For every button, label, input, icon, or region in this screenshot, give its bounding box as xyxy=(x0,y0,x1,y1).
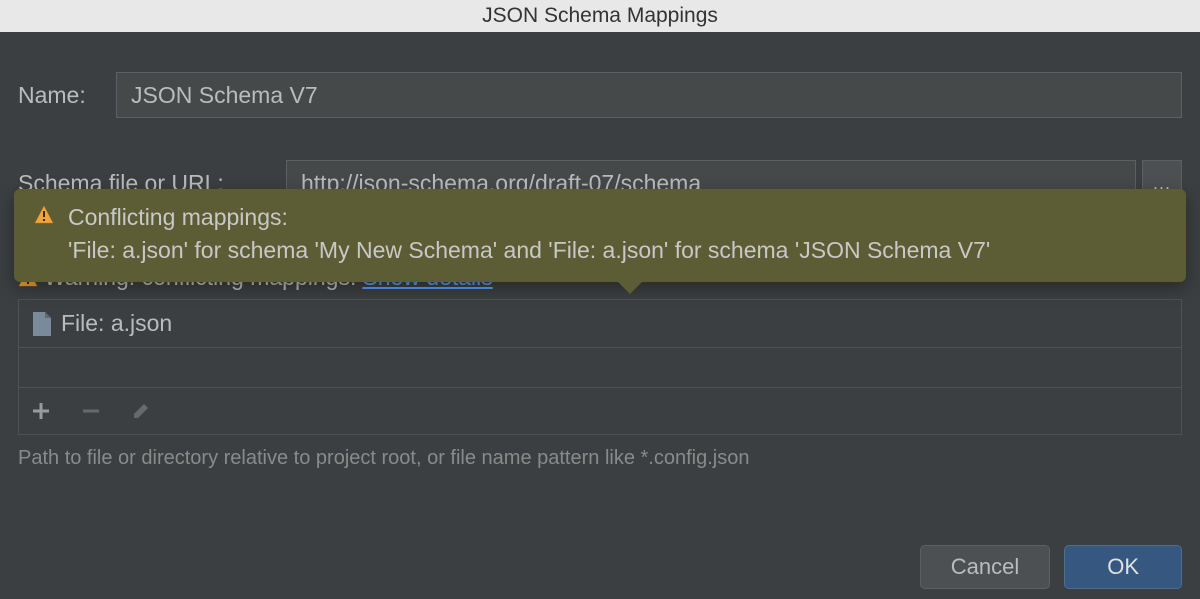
cancel-button[interactable]: Cancel xyxy=(920,545,1050,589)
minus-icon xyxy=(82,402,100,420)
edit-button[interactable] xyxy=(129,399,153,423)
name-label: Name: xyxy=(18,82,116,109)
mapping-hint: Path to file or directory relative to pr… xyxy=(18,447,1182,470)
tooltip-body: Conflicting mappings: 'File: a.json' for… xyxy=(68,201,1166,268)
dialog-button-bar: Cancel OK xyxy=(920,545,1182,589)
list-item-empty xyxy=(19,348,1181,388)
list-item[interactable]: File: a.json xyxy=(19,300,1181,348)
mapping-toolbar xyxy=(19,388,1181,434)
name-row: Name: xyxy=(18,72,1182,118)
tooltip-title: Conflicting mappings: xyxy=(68,201,1166,234)
tooltip-arrow xyxy=(618,282,642,294)
dialog-title: JSON Schema Mappings xyxy=(482,4,718,28)
dialog-title-bar: JSON Schema Mappings xyxy=(0,0,1200,32)
remove-button[interactable] xyxy=(79,399,103,423)
warning-icon xyxy=(34,205,54,225)
tooltip-detail: 'File: a.json' for schema 'My New Schema… xyxy=(68,234,1166,267)
pencil-icon xyxy=(132,402,150,420)
warning-tooltip: Conflicting mappings: 'File: a.json' for… xyxy=(14,189,1186,282)
ok-button[interactable]: OK xyxy=(1064,545,1182,589)
list-item-label: File: a.json xyxy=(61,310,172,337)
name-input[interactable] xyxy=(116,72,1182,118)
plus-icon xyxy=(32,402,50,420)
mapping-list: File: a.json xyxy=(18,299,1182,435)
file-icon xyxy=(31,312,51,336)
add-button[interactable] xyxy=(29,399,53,423)
